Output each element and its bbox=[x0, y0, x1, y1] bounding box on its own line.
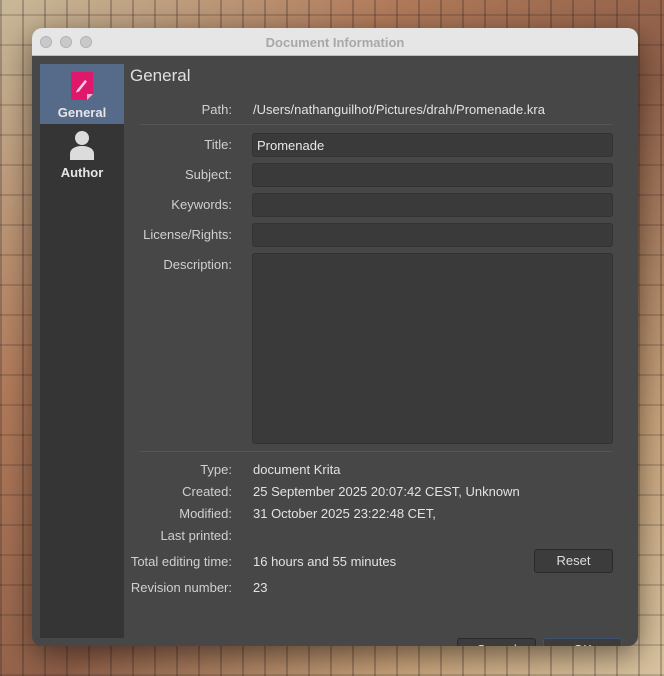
subject-input[interactable] bbox=[252, 163, 613, 187]
divider bbox=[140, 451, 613, 452]
editing-time-value: 16 hours and 55 minutes bbox=[253, 554, 397, 569]
person-icon bbox=[68, 130, 96, 162]
modified-value: 31 October 2025 23:22:48 CET, bbox=[253, 506, 436, 521]
reset-button[interactable]: Reset bbox=[534, 549, 613, 573]
created-label: Created: bbox=[182, 484, 232, 499]
title-input[interactable]: Promenade bbox=[252, 133, 613, 157]
sidebar: General Author bbox=[40, 64, 124, 638]
revision-label: Revision number: bbox=[130, 580, 232, 595]
title-label: Title: bbox=[204, 137, 232, 152]
cancel-button[interactable]: Cancel bbox=[457, 638, 536, 646]
sidebar-item-author[interactable]: Author bbox=[40, 124, 124, 184]
revision-value: 23 bbox=[253, 580, 268, 595]
license-label: License/Rights: bbox=[143, 227, 232, 242]
ok-button[interactable]: OK bbox=[543, 638, 622, 646]
sidebar-item-label: General bbox=[57, 105, 107, 120]
title-bar[interactable]: Document Information bbox=[32, 28, 638, 56]
last-printed-label: Last printed: bbox=[160, 528, 232, 543]
editing-time-label: Total editing time: bbox=[130, 554, 232, 569]
path-label: Path: bbox=[201, 102, 232, 117]
keywords-label: Keywords: bbox=[171, 197, 232, 212]
sidebar-item-general[interactable]: General bbox=[40, 64, 124, 124]
type-value: document Krita bbox=[253, 462, 341, 477]
description-textarea[interactable] bbox=[252, 253, 613, 444]
sidebar-item-label: Author bbox=[60, 165, 104, 180]
divider bbox=[140, 124, 613, 125]
window-title: Document Information bbox=[265, 35, 405, 50]
modified-label: Modified: bbox=[179, 506, 232, 521]
license-input[interactable] bbox=[252, 223, 613, 247]
page-title: General bbox=[130, 66, 191, 85]
keywords-input[interactable] bbox=[252, 193, 613, 217]
created-value: 25 September 2025 20:07:42 CEST, Unknown bbox=[253, 484, 520, 499]
path-value: /Users/nathanguilhot/Pictures/drah/Prome… bbox=[253, 102, 545, 117]
document-pen-icon bbox=[68, 70, 96, 102]
document-information-dialog: Document Information General Author Gene… bbox=[32, 28, 638, 646]
subject-label: Subject: bbox=[185, 167, 232, 182]
description-label: Description: bbox=[163, 257, 232, 272]
type-label: Type: bbox=[200, 462, 232, 477]
